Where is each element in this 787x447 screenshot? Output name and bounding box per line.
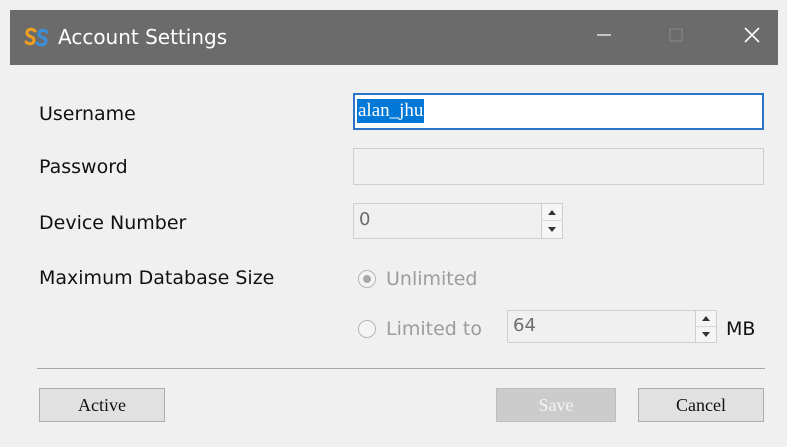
device-number-stepper[interactable]: 0 — [353, 203, 563, 239]
db-size-stepper[interactable]: 64 — [507, 310, 717, 343]
maximize-icon — [668, 27, 684, 48]
maximize-button[interactable] — [646, 10, 706, 65]
radio-limited-label: Limited to — [386, 318, 482, 340]
max-db-size-label: Maximum Database Size — [39, 267, 275, 289]
db-size-value: 64 — [513, 315, 536, 336]
username-value: alan_jhu — [357, 99, 425, 123]
close-button[interactable] — [722, 10, 782, 65]
username-input[interactable]: alan_jhu — [353, 93, 764, 130]
minimize-button[interactable] — [574, 10, 634, 65]
radio-unlimited-label: Unlimited — [386, 268, 478, 290]
dialog-content: Username alan_jhu Password Device Number… — [10, 65, 778, 437]
radio-unlimited[interactable]: Unlimited — [358, 267, 478, 291]
chevron-up-icon — [702, 315, 710, 321]
chevron-up-icon — [548, 209, 556, 215]
radio-selected-icon — [358, 270, 376, 288]
device-number-value: 0 — [359, 209, 371, 230]
db-size-unit: MB — [726, 318, 756, 340]
device-number-increment-button[interactable] — [542, 204, 562, 221]
username-label: Username — [39, 103, 136, 125]
db-size-spin-buttons — [695, 311, 716, 342]
radio-limited[interactable]: Limited to — [358, 317, 482, 341]
close-icon — [743, 26, 761, 49]
save-button[interactable]: Save — [496, 388, 616, 422]
radio-unselected-icon — [358, 320, 376, 338]
device-number-decrement-button[interactable] — [542, 221, 562, 238]
minimize-icon — [596, 27, 612, 48]
device-number-label: Device Number — [39, 212, 187, 234]
cancel-button[interactable]: Cancel — [638, 388, 764, 422]
divider — [37, 368, 765, 369]
password-label: Password — [39, 156, 128, 178]
window-title: Account Settings — [58, 25, 228, 49]
active-button[interactable]: Active — [39, 388, 165, 422]
account-settings-window: Account Settings Username alan_jhu Passw… — [0, 0, 787, 447]
device-number-spin-buttons — [541, 204, 562, 238]
title-bar[interactable]: Account Settings — [10, 10, 778, 65]
password-input[interactable] — [353, 148, 764, 185]
ss-logo-icon — [23, 26, 49, 48]
db-size-decrement-button[interactable] — [696, 327, 716, 343]
db-size-increment-button[interactable] — [696, 311, 716, 327]
chevron-down-icon — [702, 331, 710, 337]
chevron-down-icon — [548, 227, 556, 232]
